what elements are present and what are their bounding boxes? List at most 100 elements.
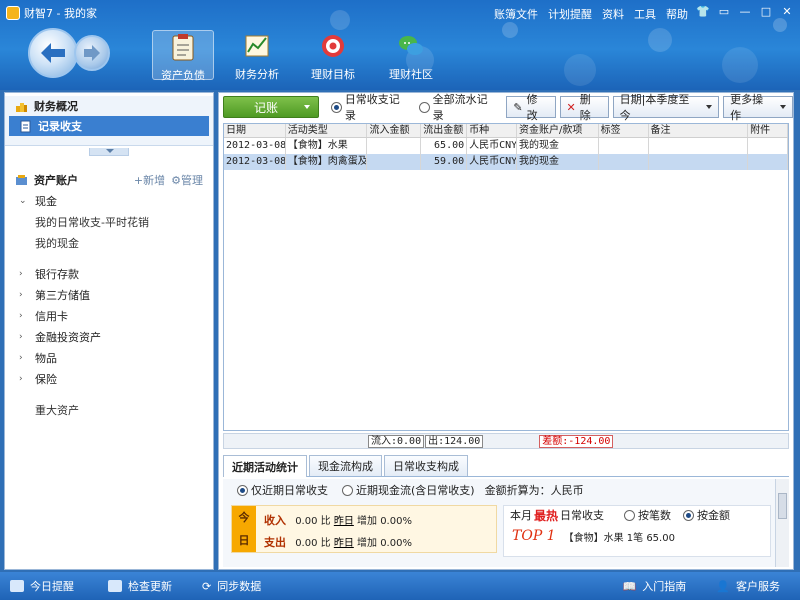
tree-node-bank[interactable]: › 银行存款: [5, 263, 213, 284]
radio-by-amount[interactable]: 按金额: [683, 507, 730, 523]
tab-assets-label: 资产负债: [161, 69, 205, 82]
lower-panel-scrollbar[interactable]: [775, 479, 789, 567]
sidebar-item-overview[interactable]: 财务概况: [5, 96, 213, 116]
table-row[interactable]: 2012-03-08 【食物】肉禽蛋及 59.00 人民币CNY 我的现金: [224, 154, 788, 170]
pencil-icon: ✎: [513, 100, 523, 114]
forward-button[interactable]: [74, 35, 110, 71]
tree-node-goods[interactable]: › 物品: [5, 347, 213, 368]
col-currency[interactable]: 币种: [467, 124, 517, 137]
tab-financial-analysis[interactable]: 财务分析: [226, 30, 288, 81]
menu-plan-reminder[interactable]: 计划提醒: [548, 6, 592, 22]
cell-outflow: 65.00: [421, 138, 468, 154]
record-button-label: 记账: [254, 100, 279, 115]
tab-daily-composition[interactable]: 日常收支构成: [384, 455, 468, 476]
beginner-guide-button[interactable]: 📖 入门指南: [623, 578, 687, 594]
date-filter-dropdown[interactable]: 日期|本季度至今: [612, 93, 720, 122]
tree-investments-label: 金融投资资产: [35, 330, 101, 344]
record-button[interactable]: 记账: [223, 96, 319, 118]
main-content: 记账 日常收支记录 全部流水记录 ✎ 修改 ✕ 删除 日期|本季度至今 更多操作: [218, 92, 794, 570]
tab-finance-community[interactable]: 理财社区: [380, 30, 442, 81]
tree-node-insurance[interactable]: › 保险: [5, 368, 213, 389]
today-label-2: 日: [238, 534, 250, 547]
back-button[interactable]: [28, 28, 78, 78]
cell-note: [649, 138, 749, 154]
table-row[interactable]: 2012-03-08 【食物】水果 65.00 人民币CNY 我的现金: [224, 138, 788, 154]
cell-attachment: [748, 154, 788, 170]
sidebar-item-record[interactable]: 记录收支: [9, 116, 209, 136]
today-reminder-button[interactable]: 今日提醒: [10, 578, 74, 594]
cell-outflow: 59.00: [421, 154, 468, 170]
radio-recent-cashflow[interactable]: 近期现金流(含日常收支): [342, 482, 475, 498]
tree-node-credit-card[interactable]: › 信用卡: [5, 305, 213, 326]
col-inflow[interactable]: 流入金额: [367, 124, 422, 137]
manage-accounts-label: 管理: [181, 174, 203, 187]
tab-financial-goals[interactable]: 理财目标: [302, 30, 364, 81]
tab-analysis-label: 财务分析: [235, 68, 279, 81]
tab-recent-stats[interactable]: 近期活动统计: [223, 455, 307, 477]
app-title: 财智7 - 我的家: [6, 5, 97, 21]
cell-attachment: [748, 138, 788, 154]
income-line: 收入 0.00 比 昨日 增加 0.00%: [264, 512, 412, 528]
col-type[interactable]: 活动类型: [286, 124, 368, 137]
top1-row: TOP 1 【食物】水果 1笔 65.00: [504, 528, 770, 544]
sync-data-button[interactable]: ⟳ 同步数据: [202, 578, 261, 594]
tree-leaf-my-cash[interactable]: 我的现金: [5, 232, 213, 253]
manage-accounts-button[interactable]: ⚙管理: [171, 172, 203, 188]
record-dropdown-icon[interactable]: [303, 105, 310, 109]
radio-daily-records[interactable]: 日常收支记录: [330, 91, 411, 123]
radio-daily-dot: [330, 101, 342, 113]
tree-credit-card-label: 信用卡: [35, 309, 68, 323]
customer-service-button[interactable]: 👤 客户服务: [716, 578, 780, 594]
tree-leaf-daily-spending[interactable]: 我的日常收支-平时花销: [5, 211, 213, 232]
cell-type: 【食物】水果: [286, 138, 368, 154]
tab-goals-label: 理财目标: [311, 68, 355, 81]
menu-data[interactable]: 资料: [602, 6, 624, 22]
delete-button[interactable]: ✕ 删除: [559, 93, 609, 122]
radio-all-records[interactable]: 全部流水记录: [418, 91, 499, 123]
maximize-icon[interactable]: □: [757, 4, 775, 20]
col-tag[interactable]: 标签: [599, 124, 649, 137]
radio-recent-cashflow-dot: [342, 484, 353, 496]
cell-type: 【食物】肉禽蛋及: [286, 154, 368, 170]
add-account-button[interactable]: +新增: [134, 172, 165, 188]
radio-recent-daily[interactable]: 仅近期日常收支: [237, 482, 328, 498]
menu-help[interactable]: 帮助: [666, 6, 688, 22]
check-update-button[interactable]: 检查更新: [108, 578, 172, 594]
col-date[interactable]: 日期: [224, 124, 286, 137]
radio-recent-daily-dot: [237, 484, 248, 496]
tab-cashflow-composition[interactable]: 现金流构成: [309, 455, 382, 476]
skin-icon[interactable]: 👕: [694, 4, 712, 20]
menu-account-file[interactable]: 账簿文件: [494, 6, 538, 22]
edit-button-label: 修改: [526, 93, 538, 122]
edit-button[interactable]: ✎ 修改: [506, 93, 556, 122]
monitor-icon: [10, 580, 24, 592]
col-note[interactable]: 备注: [649, 124, 749, 137]
tree-cash-label: 现金: [35, 194, 57, 208]
sidebar-collapse-toggle[interactable]: [89, 148, 129, 156]
tree-node-cash[interactable]: ⌄ 现金: [5, 190, 213, 211]
asset-accounts-header: 资产账户 +新增 ⚙管理: [5, 170, 213, 190]
radio-by-count[interactable]: 按笔数: [624, 507, 671, 523]
today-reminder-label: 今日提醒: [30, 580, 74, 593]
check-update-label: 检查更新: [128, 580, 172, 593]
tree-node-third-party[interactable]: › 第三方储值: [5, 284, 213, 305]
menu-tools[interactable]: 工具: [634, 6, 656, 22]
chevron-right-icon: ›: [19, 373, 23, 384]
col-account[interactable]: 资金账户/款项: [517, 124, 599, 137]
top1-badge: TOP 1: [512, 528, 556, 544]
sidebar-top: 财务概况 记录收支: [5, 96, 213, 146]
more-actions-dropdown[interactable]: 更多操作: [723, 93, 793, 122]
expense-yesterday-link[interactable]: 昨日: [334, 538, 354, 549]
tree-leaf-major-assets[interactable]: 重大资产: [5, 399, 213, 420]
minimize-icon[interactable]: —: [736, 4, 754, 20]
income-yesterday-link[interactable]: 昨日: [334, 516, 354, 527]
delete-button-label: 删除: [579, 93, 591, 122]
tab-assets-liabilities[interactable]: 资产负债: [152, 30, 214, 82]
col-outflow[interactable]: 流出金额: [421, 124, 468, 137]
tree-node-investments[interactable]: › 金融投资资产: [5, 326, 213, 347]
scrollbar-thumb[interactable]: [778, 493, 787, 519]
close-icon[interactable]: ✕: [778, 4, 796, 20]
hot-word: 最热: [534, 508, 559, 523]
col-attachment[interactable]: 附件: [748, 124, 788, 137]
restore-icon[interactable]: ▭: [715, 4, 733, 20]
